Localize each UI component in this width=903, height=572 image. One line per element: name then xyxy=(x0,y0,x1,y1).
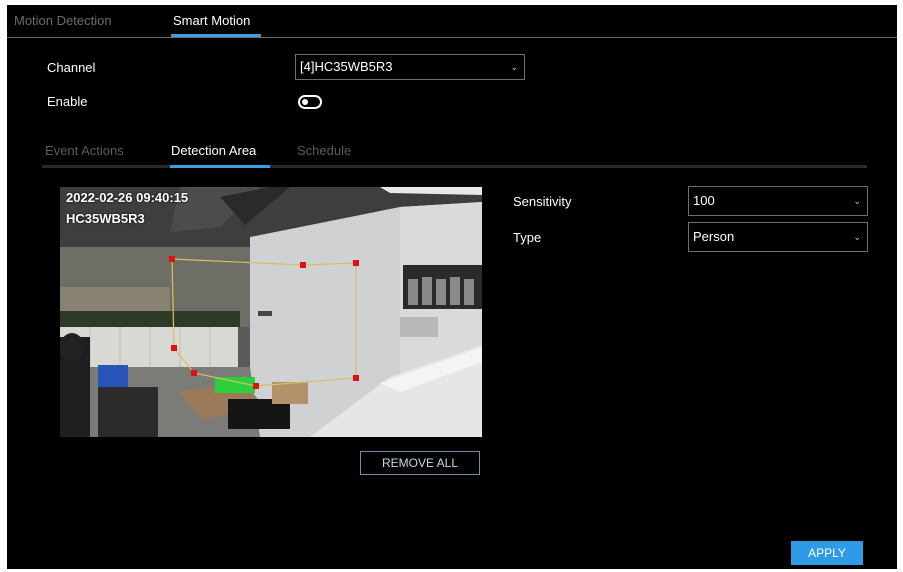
video-timestamp: 2022-02-26 09:40:15 xyxy=(66,190,189,205)
tab-motion-detection[interactable]: Motion Detection xyxy=(14,13,112,28)
chevron-down-icon: ⌄ xyxy=(853,232,861,242)
tab-smart-motion[interactable]: Smart Motion xyxy=(173,13,250,28)
type-select[interactable]: Person ⌄ xyxy=(688,222,868,252)
sensitivity-label: Sensitivity xyxy=(513,194,572,209)
active-tab-indicator xyxy=(171,34,261,37)
sub-tab-bar: Event Actions Detection Area Schedule xyxy=(42,135,867,168)
chevron-down-icon: ⌄ xyxy=(853,196,861,206)
enable-label: Enable xyxy=(47,94,88,109)
smart-motion-panel: Motion Detection Smart Motion Channel [4… xyxy=(7,5,897,569)
channel-label: Channel xyxy=(47,60,96,75)
sensitivity-select[interactable]: 100 ⌄ xyxy=(688,186,868,216)
tab-schedule[interactable]: Schedule xyxy=(297,143,351,158)
tab-event-actions[interactable]: Event Actions xyxy=(45,143,124,158)
chevron-down-icon: ⌄ xyxy=(510,62,518,72)
tab-detection-area[interactable]: Detection Area xyxy=(171,143,256,158)
enable-toggle[interactable] xyxy=(298,95,322,109)
channel-value: [4]HC35WB5R3 xyxy=(300,59,393,74)
type-label: Type xyxy=(513,230,542,245)
channel-select[interactable]: [4]HC35WB5R3 ⌄ xyxy=(295,54,525,80)
apply-button[interactable]: APPLY xyxy=(791,541,863,565)
camera-name-osd: HC35WB5R3 xyxy=(66,211,145,226)
type-value: Person xyxy=(693,229,735,244)
toggle-knob xyxy=(302,99,308,105)
remove-all-button[interactable]: REMOVE ALL xyxy=(360,451,480,475)
active-subtab-indicator xyxy=(170,165,270,168)
sensitivity-value: 100 xyxy=(693,193,715,208)
top-tab-bar: Motion Detection Smart Motion xyxy=(7,5,897,38)
video-preview[interactable]: 2022-02-26 09:40:15 HC35WB5R3 xyxy=(60,187,482,437)
